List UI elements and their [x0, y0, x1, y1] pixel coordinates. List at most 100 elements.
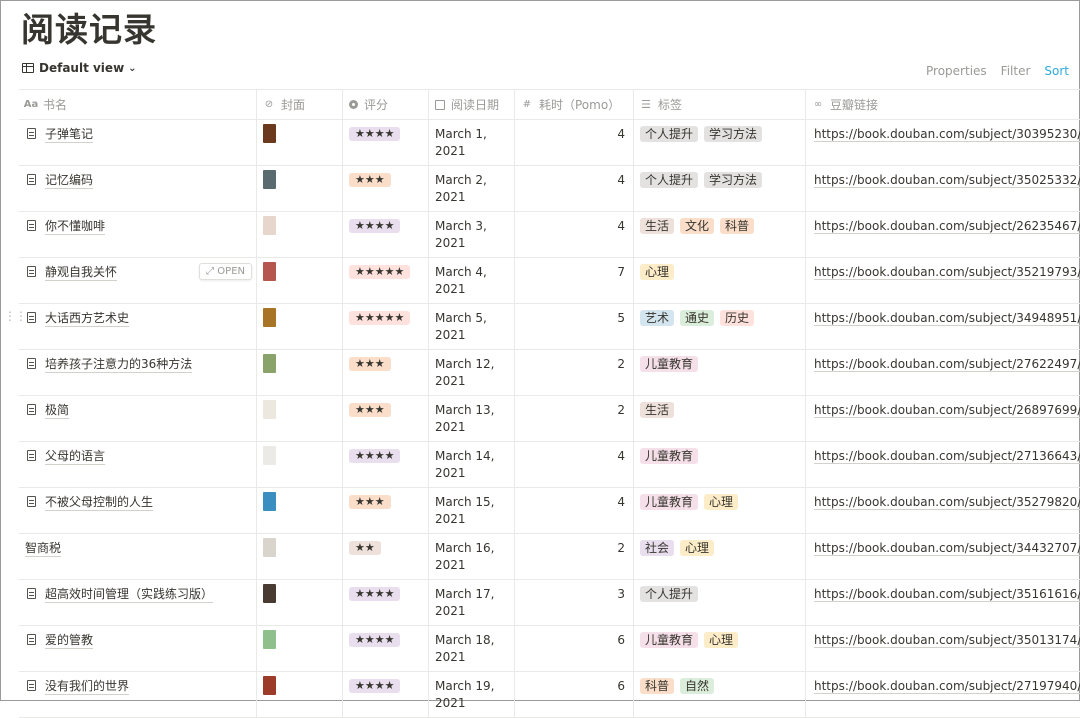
cover-cell[interactable] — [257, 534, 343, 579]
rating-cell[interactable]: ★★★ — [343, 166, 429, 211]
time-cell[interactable]: 5 — [515, 304, 634, 349]
book-cover-thumbnail[interactable] — [263, 354, 276, 373]
douban-link[interactable]: https://book.douban.com/subject/30395230… — [814, 127, 1080, 142]
rating-cell[interactable]: ★★★ — [343, 396, 429, 441]
tag-chip[interactable]: 生活 — [640, 402, 675, 418]
book-title[interactable]: 子弹笔记 — [45, 127, 94, 143]
tag-chip[interactable]: 心理 — [680, 540, 715, 556]
cover-cell[interactable] — [257, 304, 343, 349]
tag-chip[interactable]: 儿童教育 — [640, 356, 699, 372]
douban-link[interactable]: https://book.douban.com/subject/35279820… — [814, 495, 1080, 510]
tag-chip[interactable]: 儿童教育 — [640, 448, 699, 464]
cover-cell[interactable] — [257, 488, 343, 533]
column-header-date[interactable]: 阅读日期 — [429, 90, 515, 119]
rating-cell[interactable]: ★★ — [343, 534, 429, 579]
tag-chip[interactable]: 自然 — [680, 678, 715, 694]
rating-cell[interactable]: ★★★★ — [343, 626, 429, 671]
link-cell[interactable]: https://book.douban.com/subject/35013174… — [806, 626, 1080, 671]
book-cover-thumbnail[interactable] — [263, 630, 276, 649]
book-cover-thumbnail[interactable] — [263, 446, 276, 465]
sort-button[interactable]: Sort — [1044, 64, 1069, 78]
cover-cell[interactable] — [257, 442, 343, 487]
rating-cell[interactable]: ★★★★★ — [343, 304, 429, 349]
book-cover-thumbnail[interactable] — [263, 400, 276, 419]
tags-cell[interactable]: 生活 文化 科普 — [634, 212, 806, 257]
time-cell[interactable]: 2 — [515, 350, 634, 395]
cover-cell[interactable] — [257, 258, 343, 303]
time-cell[interactable]: 6 — [515, 672, 634, 717]
douban-link[interactable]: https://book.douban.com/subject/34432707… — [814, 541, 1080, 556]
douban-link[interactable]: https://book.douban.com/subject/35219793… — [814, 265, 1080, 280]
time-cell[interactable]: 2 — [515, 534, 634, 579]
rating-cell[interactable]: ★★★★ — [343, 442, 429, 487]
book-title-cell[interactable]: 静观自我关怀 ⤢ OPEN — [19, 258, 257, 303]
table-row[interactable]: 爱的管教 ★★★★ March 18, 2021 6 儿童教育 心理 https://boo… — [19, 626, 1080, 672]
book-cover-thumbnail[interactable] — [263, 124, 276, 143]
table-row[interactable]: 培养孩子注意力的36种方法 ★★★ March 12, 2021 2 儿童教育 https… — [19, 350, 1080, 396]
tag-chip[interactable]: 个人提升 — [640, 586, 699, 602]
book-title[interactable]: 超高效时间管理（实践练习版） — [45, 587, 214, 603]
book-title-cell[interactable]: 父母的语言 — [19, 442, 257, 487]
tags-cell[interactable]: 个人提升 学习方法 — [634, 166, 806, 211]
cover-cell[interactable] — [257, 580, 343, 625]
book-title[interactable]: 极简 — [45, 403, 70, 419]
cover-cell[interactable] — [257, 212, 343, 257]
tags-cell[interactable]: 儿童教育 — [634, 350, 806, 395]
book-cover-thumbnail[interactable] — [263, 308, 276, 327]
link-cell[interactable]: https://book.douban.com/subject/27622497… — [806, 350, 1080, 395]
book-title[interactable]: 培养孩子注意力的36种方法 — [45, 357, 193, 373]
table-row[interactable]: 超高效时间管理（实践练习版） ★★★★ March 17, 2021 3 个人提升 htt… — [19, 580, 1080, 626]
date-cell[interactable]: March 18, 2021 — [429, 626, 515, 671]
column-header-tags[interactable]: ☰ 标签 — [634, 90, 806, 119]
table-row[interactable]: 智商税 ★★ March 16, 2021 2 社会 心理 https://book.dou… — [19, 534, 1080, 580]
link-cell[interactable]: https://book.douban.com/subject/27197940… — [806, 672, 1080, 717]
book-title[interactable]: 不被父母控制的人生 — [45, 495, 154, 511]
douban-link[interactable]: https://book.douban.com/subject/34948951… — [814, 311, 1080, 326]
book-title-cell[interactable]: 超高效时间管理（实践练习版） — [19, 580, 257, 625]
table-row[interactable]: ⋮⋮ 大话西方艺术史 ★★★★★ March 5, 2021 5 艺术 通史 历史 https:… — [4, 304, 1080, 350]
date-cell[interactable]: March 5, 2021 — [429, 304, 515, 349]
tag-chip[interactable]: 心理 — [704, 632, 739, 648]
cover-cell[interactable] — [257, 120, 343, 165]
tag-chip[interactable]: 儿童教育 — [640, 494, 699, 510]
tags-cell[interactable]: 儿童教育 心理 — [634, 488, 806, 533]
book-title-cell[interactable]: 极简 — [19, 396, 257, 441]
tags-cell[interactable]: 艺术 通史 历史 — [634, 304, 806, 349]
cover-cell[interactable] — [257, 166, 343, 211]
book-title[interactable]: 爱的管教 — [45, 633, 94, 649]
date-cell[interactable]: March 13, 2021 — [429, 396, 515, 441]
book-title-cell[interactable]: 爱的管教 — [19, 626, 257, 671]
time-cell[interactable]: 4 — [515, 442, 634, 487]
book-title[interactable]: 没有我们的世界 — [45, 679, 130, 695]
tag-chip[interactable]: 儿童教育 — [640, 632, 699, 648]
book-cover-thumbnail[interactable] — [263, 676, 276, 695]
column-header-link[interactable]: ∞ 豆瓣链接 — [806, 90, 1080, 119]
tag-chip[interactable]: 生活 — [640, 218, 675, 234]
tag-chip[interactable]: 社会 — [640, 540, 675, 556]
douban-link[interactable]: https://book.douban.com/subject/35161616… — [814, 587, 1080, 602]
rating-cell[interactable]: ★★★★ — [343, 212, 429, 257]
tag-chip[interactable]: 学习方法 — [704, 172, 763, 188]
time-cell[interactable]: 7 — [515, 258, 634, 303]
open-button[interactable]: ⤢ OPEN — [199, 263, 252, 280]
book-title[interactable]: 记忆编码 — [45, 173, 94, 189]
date-cell[interactable]: March 15, 2021 — [429, 488, 515, 533]
book-title[interactable]: 智商税 — [25, 541, 62, 557]
table-row[interactable]: 父母的语言 ★★★★ March 14, 2021 4 儿童教育 https://book… — [19, 442, 1080, 488]
tag-chip[interactable]: 文化 — [680, 218, 715, 234]
book-cover-thumbnail[interactable] — [263, 170, 276, 189]
tag-chip[interactable]: 个人提升 — [640, 172, 699, 188]
time-cell[interactable]: 3 — [515, 580, 634, 625]
book-title-cell[interactable]: 记忆编码 — [19, 166, 257, 211]
cover-cell[interactable] — [257, 396, 343, 441]
column-header-time[interactable]: # 耗时（Pomo） — [515, 90, 634, 119]
link-cell[interactable]: https://book.douban.com/subject/35161616… — [806, 580, 1080, 625]
tags-cell[interactable]: 社会 心理 — [634, 534, 806, 579]
tag-chip[interactable]: 学习方法 — [704, 126, 763, 142]
date-cell[interactable]: March 2, 2021 — [429, 166, 515, 211]
link-cell[interactable]: https://book.douban.com/subject/35025332… — [806, 166, 1080, 211]
douban-link[interactable]: https://book.douban.com/subject/27622497… — [814, 357, 1080, 372]
column-header-rating[interactable]: 评分 — [343, 90, 429, 119]
cover-cell[interactable] — [257, 626, 343, 671]
douban-link[interactable]: https://book.douban.com/subject/26897699… — [814, 403, 1080, 418]
